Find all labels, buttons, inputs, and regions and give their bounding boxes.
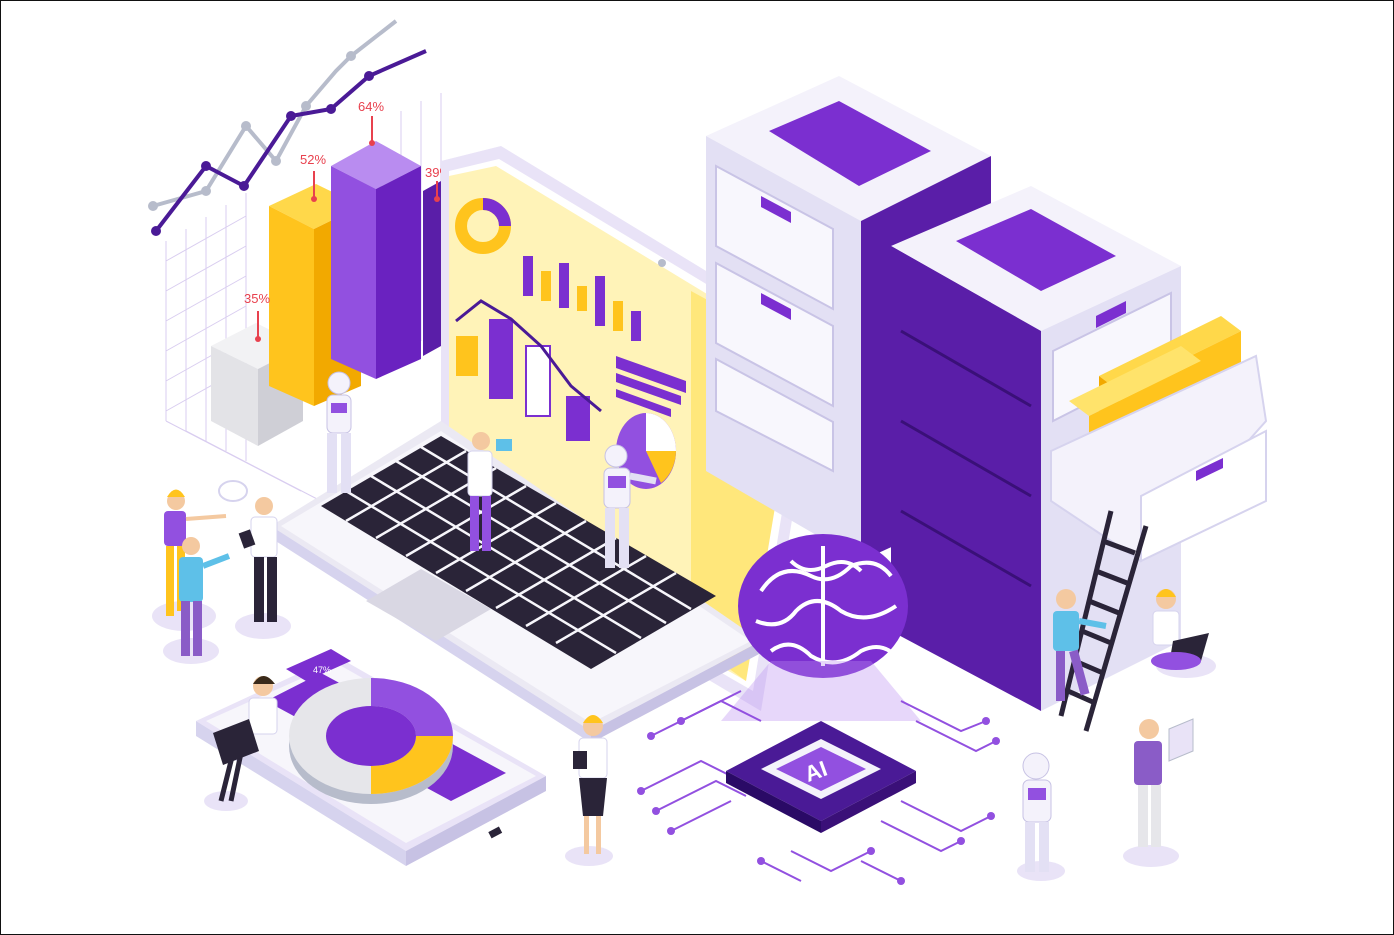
isometric-ai-data-illustration: 35% 52% 64% 39% AI 47% xyxy=(148,19,1268,885)
man-with-hologram xyxy=(1123,718,1194,867)
bar-label-35: 35% xyxy=(244,291,270,306)
bar-purple xyxy=(331,141,421,379)
person-group-left xyxy=(152,480,291,664)
illustration-frame: 35% 52% 64% 39% AI 47% xyxy=(0,0,1394,935)
robot-bottom-right xyxy=(1017,752,1065,881)
bar-chart-3d: 35% 52% 64% 39% xyxy=(211,99,451,446)
server-tower-front xyxy=(891,186,1268,732)
phone-donut-chart xyxy=(289,678,453,804)
bar-label-64: 64% xyxy=(358,99,384,114)
phone-battery: 47% xyxy=(313,665,331,675)
robot-on-chart xyxy=(326,371,352,493)
woman-sitting-laptop-right xyxy=(1151,589,1216,678)
smartphone: 47% xyxy=(196,649,546,866)
bar-label-52: 52% xyxy=(300,152,326,167)
woman-standing-center xyxy=(565,715,613,866)
